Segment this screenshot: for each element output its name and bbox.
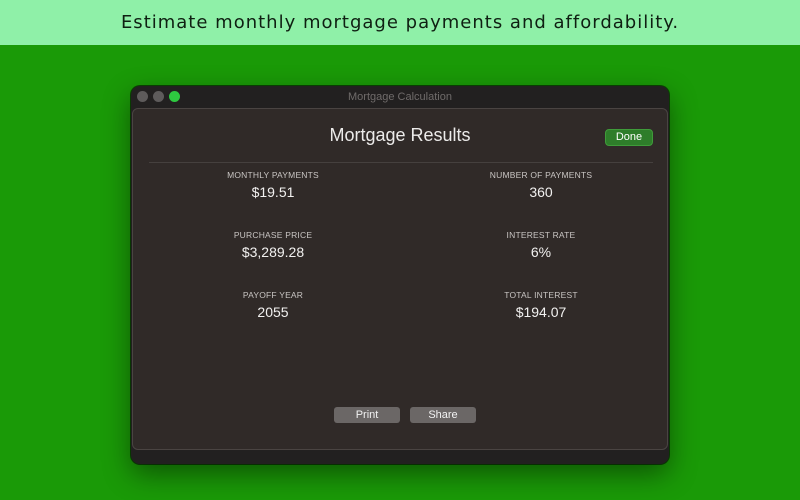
result-value: $19.51	[251, 184, 295, 200]
promo-banner: Estimate monthly mortgage payments and a…	[0, 0, 800, 45]
banner-text: Estimate monthly mortgage payments and a…	[120, 12, 680, 33]
result-value: 6%	[530, 244, 552, 260]
traffic-lights	[137, 91, 180, 102]
result-label: PURCHASE PRICE	[233, 230, 313, 240]
minimize-window-button[interactable]	[153, 91, 164, 102]
sheet-title: Mortgage Results	[329, 125, 471, 145]
done-button[interactable]: Done	[605, 129, 653, 146]
result-value: $194.07	[515, 304, 567, 320]
result-total-interest: TOTAL INTEREST $194.07	[413, 290, 669, 350]
result-label: PAYOFF YEAR	[242, 290, 304, 300]
mortgage-window: Mortgage Calculation Mortgage Results Do…	[131, 86, 669, 464]
result-number-of-payments: NUMBER OF PAYMENTS 360	[413, 170, 669, 230]
window-title: Mortgage Calculation	[348, 91, 452, 103]
result-value: $3,289.28	[241, 244, 305, 260]
result-label: INTEREST RATE	[506, 230, 576, 240]
results-sheet: Mortgage Results Done MONTHLY PAYMENTS $…	[132, 108, 668, 450]
result-value: 360	[529, 184, 553, 200]
result-payoff-year: PAYOFF YEAR 2055	[133, 290, 413, 350]
result-interest-rate: INTEREST RATE 6%	[413, 230, 669, 290]
result-label: TOTAL INTEREST	[504, 290, 578, 300]
result-purchase-price: PURCHASE PRICE $3,289.28	[133, 230, 413, 290]
result-value: 2055	[257, 304, 289, 320]
result-label: MONTHLY PAYMENTS	[227, 170, 319, 180]
results-grid: MONTHLY PAYMENTS $19.51 NUMBER OF PAYMEN…	[133, 170, 669, 350]
share-button[interactable]: Share	[410, 407, 476, 423]
print-button[interactable]: Print	[334, 407, 400, 423]
result-label: NUMBER OF PAYMENTS	[489, 170, 593, 180]
close-window-button[interactable]	[137, 91, 148, 102]
divider	[149, 162, 653, 163]
result-monthly-payments: MONTHLY PAYMENTS $19.51	[133, 170, 413, 230]
action-bar: Print Share	[133, 407, 669, 423]
zoom-window-button[interactable]	[169, 91, 180, 102]
window-titlebar[interactable]: Mortgage Calculation	[131, 86, 669, 108]
